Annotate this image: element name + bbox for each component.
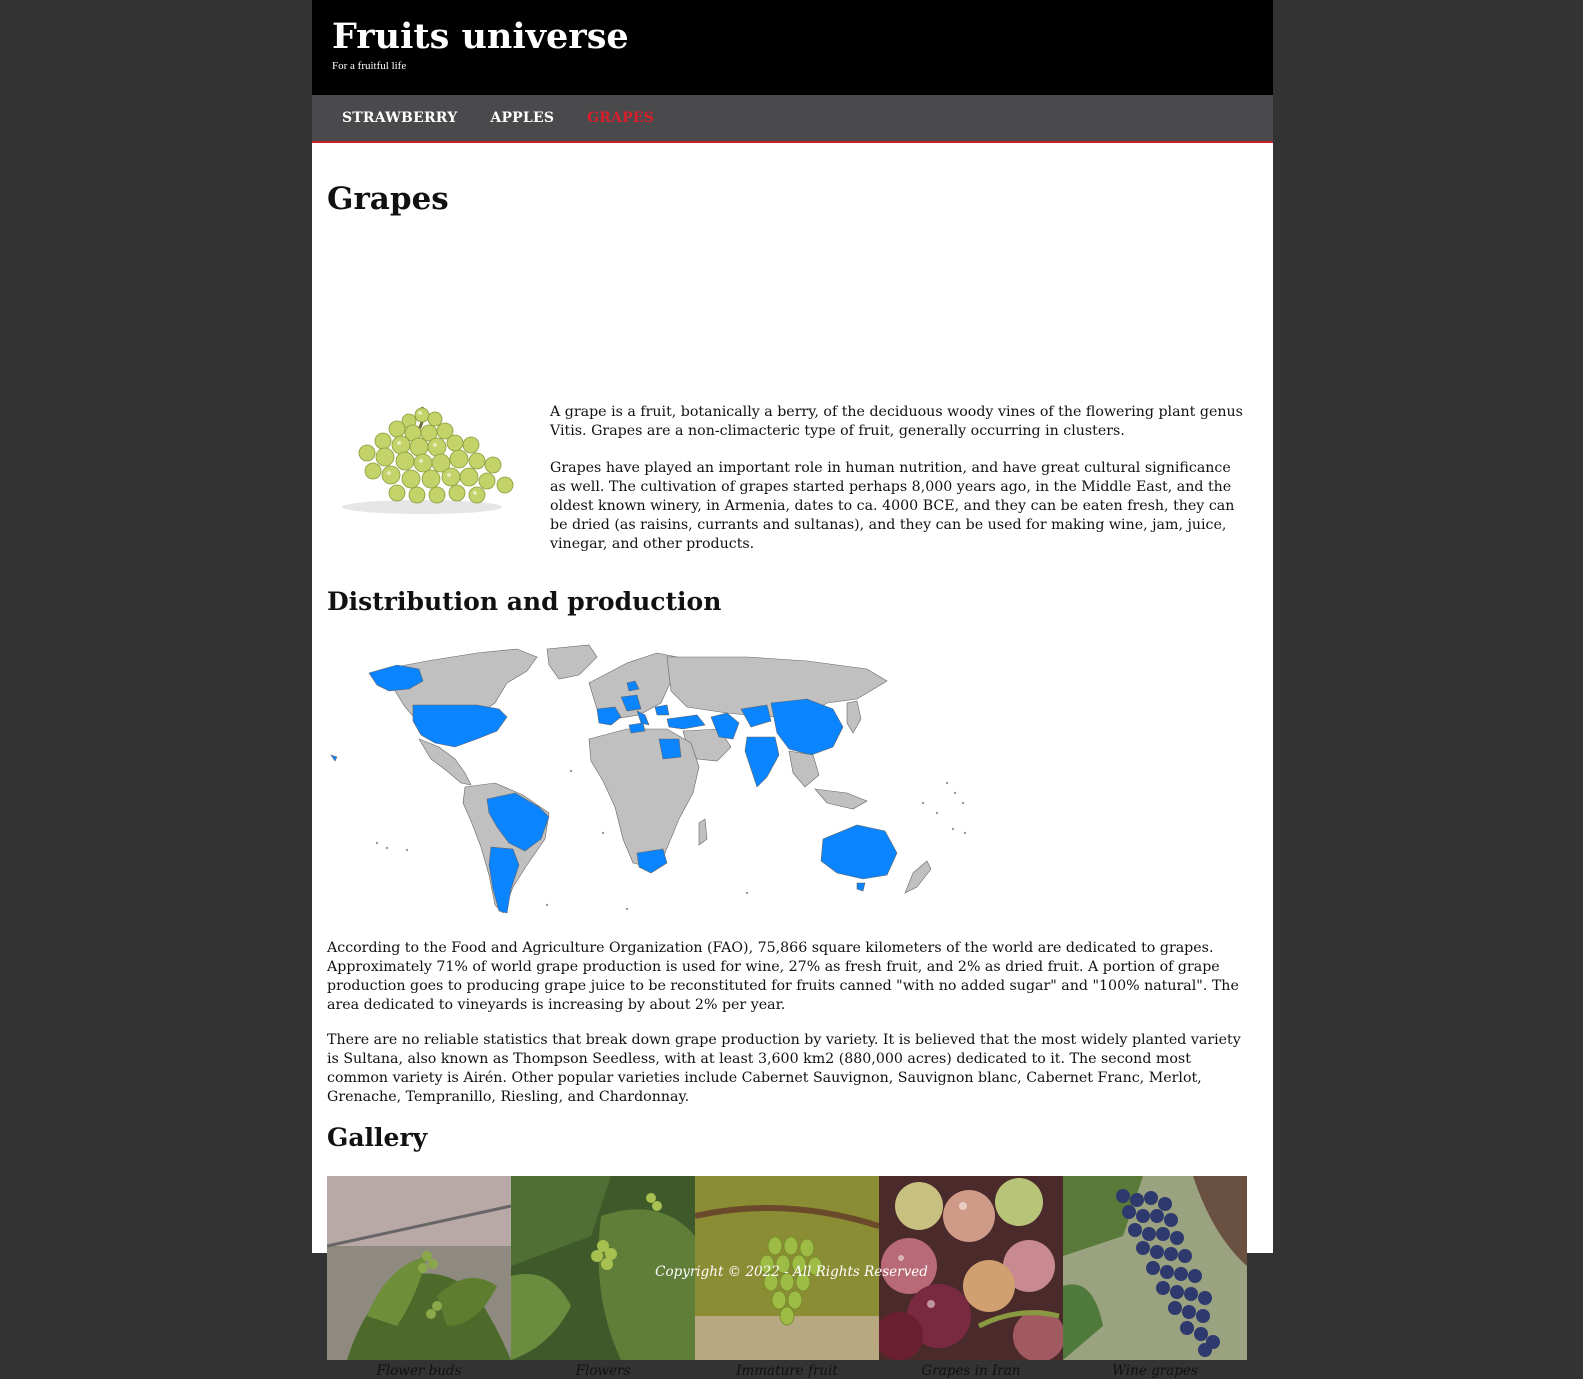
site-header: Fruits universe For a fruitful life — [312, 0, 1273, 95]
page-container: Fruits universe For a fruitful life STRA… — [312, 0, 1273, 1379]
site-title[interactable]: Fruits universe — [332, 17, 629, 57]
gallery-caption: Flower buds — [376, 1363, 462, 1379]
page-title: Grapes — [327, 181, 449, 217]
footer-copyright: Copyright © 2022 - All Rights Reserved — [655, 1264, 928, 1280]
intro-text: A grape is a fruit, botanically a berry,… — [550, 403, 1250, 572]
grape-bunch-image — [327, 399, 517, 521]
distribution-paragraph: There are no reliable statistics that br… — [327, 1031, 1252, 1107]
paragraph-text: There are no reliable statistics that br… — [327, 1032, 1241, 1105]
gallery-caption: Wine grapes — [1112, 1363, 1198, 1379]
gallery-heading: Gallery — [327, 1123, 428, 1152]
world-map — [327, 643, 967, 922]
site-tagline: For a fruitful life — [332, 60, 407, 72]
main-nav: STRAWBERRY APPLES GRAPES — [312, 95, 1273, 143]
nav-item-apples[interactable]: APPLES — [490, 110, 554, 126]
nav-item-grapes[interactable]: GRAPES — [587, 110, 654, 126]
intro-paragraph: Grapes have played an important role in … — [550, 460, 1235, 552]
main-content: Grapes A grape is a fruit, botanically a… — [312, 143, 1273, 1379]
gallery-caption: Grapes in Iran — [921, 1363, 1021, 1379]
distribution-paragraph: According to the Food and Agriculture Or… — [327, 939, 1252, 1015]
nav-item-strawberry[interactable]: STRAWBERRY — [342, 110, 457, 126]
intro-paragraph: A grape is a fruit, botanically a berry,… — [550, 404, 1243, 439]
gallery-caption: Immature fruit — [736, 1363, 838, 1379]
gallery-caption: Flowers — [575, 1363, 631, 1379]
paragraph-text: According to the Food and Agriculture Or… — [327, 940, 1239, 1013]
distribution-heading: Distribution and production — [327, 587, 722, 616]
